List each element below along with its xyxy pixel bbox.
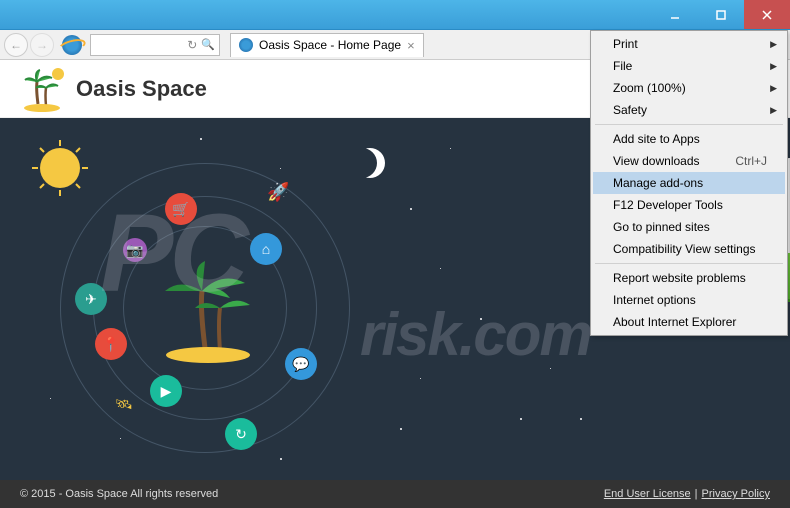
- menu-internet-options[interactable]: Internet options: [593, 289, 785, 311]
- browser-tab[interactable]: Oasis Space - Home Page ×: [230, 33, 424, 57]
- close-button[interactable]: [744, 0, 790, 29]
- brand-name: Oasis Space: [76, 76, 207, 102]
- window-titlebar: [0, 0, 790, 30]
- plane-icon: ✈: [75, 283, 107, 315]
- menu-print[interactable]: Print▶: [593, 33, 785, 55]
- ie-logo-icon: [62, 35, 82, 55]
- search-icon[interactable]: 🔍: [201, 38, 215, 52]
- menu-report[interactable]: Report website problems: [593, 267, 785, 289]
- menu-manage-addons[interactable]: Manage add-ons: [593, 172, 785, 194]
- footer-copyright: © 2015 - Oasis Space All rights reserved: [20, 488, 218, 500]
- rocket-icon: 🚀: [267, 182, 289, 203]
- menu-view-downloads[interactable]: View downloadsCtrl+J: [593, 150, 785, 172]
- satellite-icon: 🛰: [115, 396, 133, 413]
- pin-icon: 📍: [95, 328, 127, 360]
- menu-zoom[interactable]: Zoom (100%)▶: [593, 77, 785, 99]
- footer-eula-link[interactable]: End User License: [604, 488, 691, 500]
- forward-button[interactable]: →: [30, 33, 54, 57]
- chat-icon: 💬: [285, 348, 317, 380]
- tab-favicon-icon: [239, 38, 253, 52]
- menu-about[interactable]: About Internet Explorer: [593, 311, 785, 333]
- menu-f12[interactable]: F12 Developer Tools: [593, 194, 785, 216]
- menu-safety[interactable]: Safety▶: [593, 99, 785, 121]
- triangle-icon: ▶: [150, 375, 182, 407]
- refresh-icon[interactable]: ↻: [187, 38, 197, 52]
- menu-add-site[interactable]: Add site to Apps: [593, 128, 785, 150]
- camera-icon: 📷: [123, 238, 147, 262]
- orbit-graphic: 🛒 ⌂ ✈ 📍 ▶ ↻ 💬 📷 🚀 🛰: [35, 138, 375, 478]
- oasis-logo-icon: [20, 64, 70, 114]
- address-bar[interactable]: ↻ 🔍: [90, 34, 220, 56]
- menu-file[interactable]: File▶: [593, 55, 785, 77]
- minimize-button[interactable]: [652, 0, 698, 29]
- site-footer: © 2015 - Oasis Space All rights reserved…: [0, 480, 790, 508]
- tools-menu: Print▶ File▶ Zoom (100%)▶ Safety▶ Add si…: [590, 30, 788, 336]
- footer-privacy-link[interactable]: Privacy Policy: [702, 488, 770, 500]
- maximize-button[interactable]: [698, 0, 744, 29]
- refresh-badge-icon: ↻: [225, 418, 257, 450]
- cart-icon: 🛒: [165, 193, 197, 225]
- home-badge-icon: ⌂: [250, 233, 282, 265]
- tab-title: Oasis Space - Home Page: [259, 38, 401, 52]
- menu-compat[interactable]: Compatibility View settings: [593, 238, 785, 260]
- menu-pinned[interactable]: Go to pinned sites: [593, 216, 785, 238]
- tab-close-icon[interactable]: ×: [407, 38, 415, 53]
- footer-sep: |: [695, 488, 698, 500]
- back-button[interactable]: ←: [4, 33, 28, 57]
